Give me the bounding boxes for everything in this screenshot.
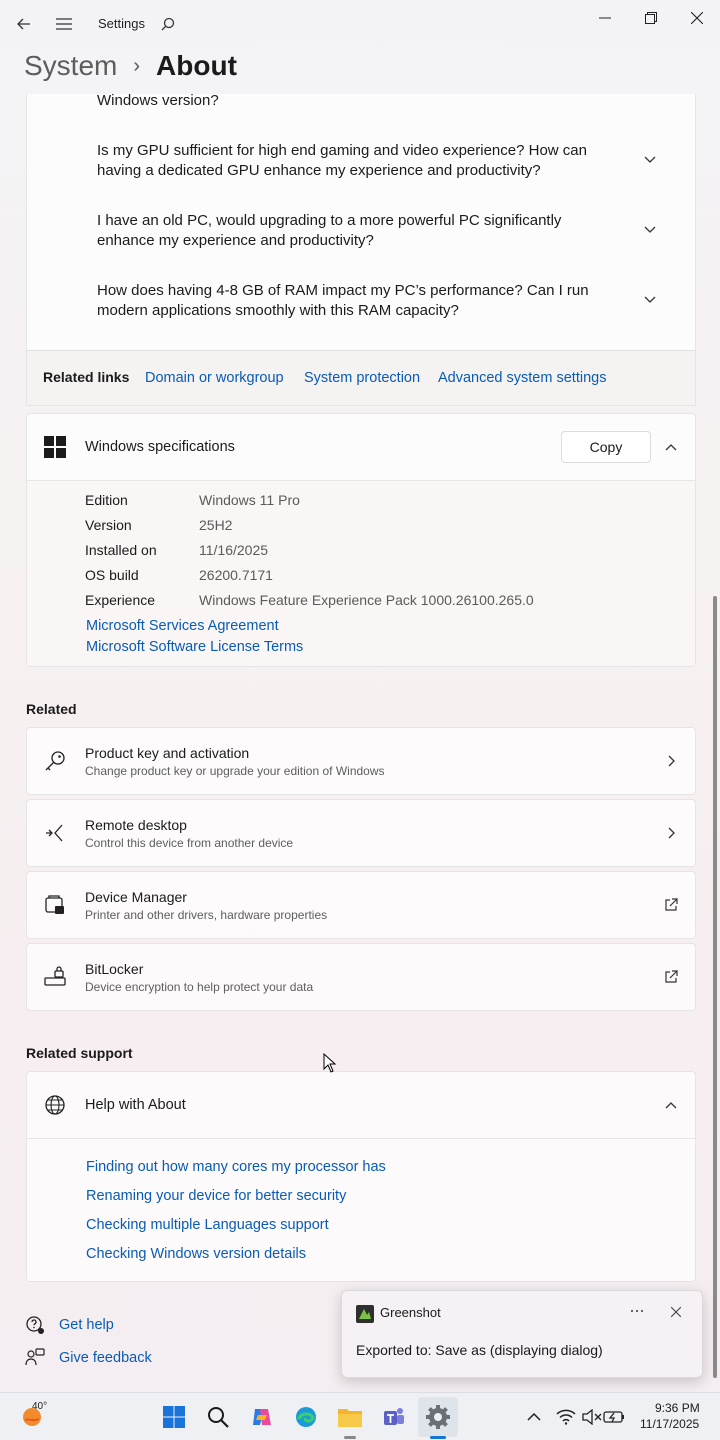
taskbar: 40° 9:36 PM 11/17/2025 <box>0 1392 720 1440</box>
help-link-renaming[interactable]: Renaming your device for better security <box>86 1188 346 1204</box>
faq-item-ram[interactable]: How does having 4-8 GB of RAM impact my … <box>97 281 623 321</box>
help-link-cores[interactable]: Finding out how many cores my processor … <box>86 1159 386 1175</box>
remote-desktop-title: Remote desktop <box>85 817 187 833</box>
faq-item-gpu[interactable]: Is my GPU sufficient for high end gaming… <box>97 141 623 181</box>
clock-date[interactable]: 11/17/2025 <box>640 1417 699 1431</box>
get-help-icon <box>25 1315 45 1335</box>
wifi-icon[interactable] <box>552 1403 580 1431</box>
help-link-version[interactable]: Checking Windows version details <box>86 1246 306 1262</box>
related-item-remote-desktop[interactable] <box>26 799 696 867</box>
spec-label-edition: Edition <box>85 492 128 508</box>
toast-app-name: Greenshot <box>380 1305 441 1320</box>
external-link-icon <box>663 969 679 985</box>
breadcrumb: System › About <box>24 46 237 86</box>
remote-desktop-subtitle: Control this device from another device <box>85 836 294 850</box>
related-heading: Related <box>26 701 77 717</box>
greenshot-toast[interactable]: Greenshot Exported to: Save as (displayi… <box>341 1290 703 1378</box>
copy-button[interactable]: Copy <box>561 431 651 463</box>
chevron-down-icon[interactable] <box>642 222 658 238</box>
clock-time[interactable]: 9:36 PM <box>655 1401 700 1415</box>
spec-value-edition: Windows 11 Pro <box>199 492 300 508</box>
chevron-up-icon[interactable] <box>663 1097 679 1113</box>
divider <box>27 1138 695 1139</box>
advanced-system-settings-link[interactable]: Advanced system settings <box>438 370 606 386</box>
related-item-bitlocker[interactable] <box>26 943 696 1011</box>
hamburger-menu-icon[interactable] <box>52 12 76 36</box>
weather-temp: 40° <box>32 1401 48 1412</box>
file-explorer-icon[interactable] <box>336 1403 364 1431</box>
product-key-subtitle: Change product key or upgrade your editi… <box>85 764 385 778</box>
windows-logo-icon <box>44 436 66 458</box>
teams-icon[interactable] <box>380 1403 408 1431</box>
chevron-right-icon <box>663 825 679 841</box>
get-help-link[interactable]: Get help <box>59 1317 114 1333</box>
restore-button[interactable] <box>636 6 666 30</box>
close-button[interactable] <box>682 6 712 30</box>
bitlocker-subtitle: Device encryption to help protect your d… <box>85 980 314 994</box>
chevron-right-icon <box>663 753 679 769</box>
related-support-heading: Related support <box>26 1045 133 1061</box>
spec-label-version: Version <box>85 517 132 533</box>
external-link-icon <box>663 897 679 913</box>
services-agreement-link[interactable]: Microsoft Services Agreement <box>86 618 279 634</box>
breadcrumb-system[interactable]: System <box>24 50 117 82</box>
spec-label-os-build: OS build <box>85 567 139 583</box>
active-indicator <box>430 1436 446 1439</box>
related-item-product-key[interactable] <box>26 727 696 795</box>
chevron-up-icon[interactable] <box>663 439 679 455</box>
spec-value-experience: Windows Feature Experience Pack 1000.261… <box>199 592 534 608</box>
spec-value-os-build: 26200.7171 <box>199 567 273 583</box>
spec-value-installed: 11/16/2025 <box>199 542 269 558</box>
system-protection-link[interactable]: System protection <box>304 370 420 386</box>
windows-specs-title: Windows specifications <box>85 439 235 455</box>
related-links-label: Related links <box>43 369 130 385</box>
page-title: About <box>156 50 237 81</box>
spec-label-installed: Installed on <box>85 542 157 558</box>
product-key-title: Product key and activation <box>85 745 250 761</box>
scrollbar-thumb[interactable] <box>713 596 717 1378</box>
license-terms-link[interactable]: Microsoft Software License Terms <box>86 639 303 655</box>
running-indicator <box>344 1436 356 1439</box>
greenshot-logo-icon <box>356 1305 374 1323</box>
chevron-down-icon[interactable] <box>642 292 658 308</box>
back-arrow-icon[interactable] <box>12 12 36 36</box>
copilot-icon[interactable] <box>248 1403 276 1431</box>
remote-desktop-icon <box>44 822 66 844</box>
key-icon <box>44 750 66 772</box>
mouse-cursor-icon <box>323 1052 337 1073</box>
app-title: Settings <box>98 16 145 31</box>
more-options-icon[interactable] <box>629 1303 645 1319</box>
spec-label-experience: Experience <box>85 592 156 608</box>
domain-workgroup-link[interactable]: Domain or workgroup <box>145 370 284 386</box>
chevron-down-icon[interactable] <box>642 152 658 168</box>
search-icon[interactable] <box>156 12 180 36</box>
bitlocker-icon <box>44 966 66 988</box>
give-feedback-link[interactable]: Give feedback <box>59 1350 152 1366</box>
edge-icon[interactable] <box>292 1403 320 1431</box>
toast-message: Exported to: Save as (displaying dialog) <box>356 1342 603 1358</box>
device-manager-subtitle: Printer and other drivers, hardware prop… <box>85 908 328 922</box>
faq-item-old-pc[interactable]: I have an old PC, would upgrading to a m… <box>97 211 623 251</box>
toast-close-icon[interactable] <box>669 1305 683 1319</box>
faq-partial-text: Windows version? <box>97 92 219 109</box>
related-item-device-manager[interactable] <box>26 871 696 939</box>
battery-icon[interactable] <box>600 1403 628 1431</box>
feedback-icon <box>25 1348 45 1368</box>
chevron-up-icon[interactable] <box>520 1403 548 1431</box>
settings-gear-icon[interactable] <box>424 1403 452 1431</box>
spec-value-version: 25H2 <box>199 517 233 533</box>
help-with-about-title[interactable]: Help with About <box>85 1097 186 1113</box>
device-manager-icon <box>44 894 66 916</box>
title-bar: Settings <box>0 0 720 48</box>
taskbar-search-icon[interactable] <box>204 1403 232 1431</box>
globe-help-icon <box>44 1094 66 1116</box>
breadcrumb-separator: › <box>133 54 141 77</box>
help-link-languages[interactable]: Checking multiple Languages support <box>86 1217 329 1233</box>
bitlocker-title: BitLocker <box>85 961 144 977</box>
device-manager-title: Device Manager <box>85 889 187 905</box>
minimize-button[interactable] <box>590 6 620 30</box>
start-button-icon[interactable] <box>160 1403 188 1431</box>
